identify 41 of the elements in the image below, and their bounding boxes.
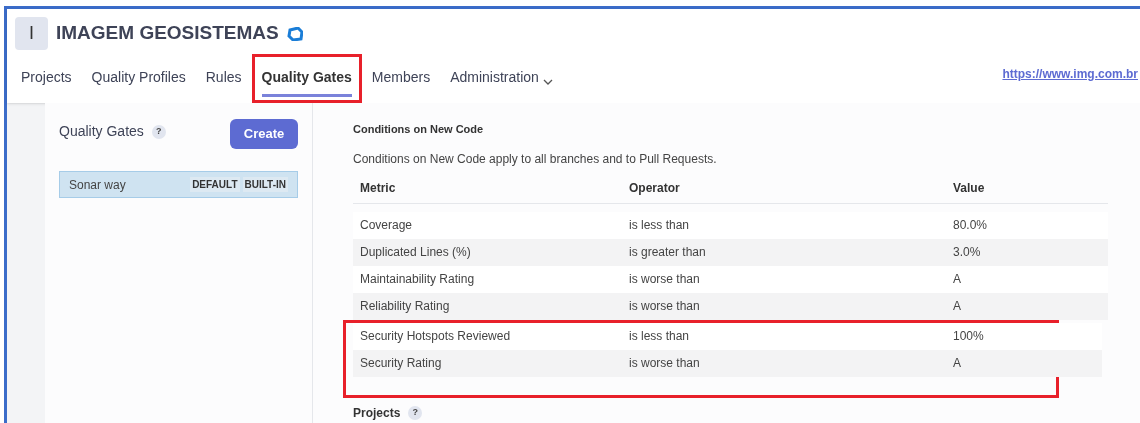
column-header: Value	[953, 180, 986, 197]
organization-name: IMAGEM GEOSISTEMAS	[56, 21, 279, 46]
table-cell-text: A	[953, 298, 962, 315]
table-cell-text: A	[953, 355, 962, 372]
section-title: Conditions on New Code	[353, 122, 485, 137]
table-cell-text: A	[953, 271, 962, 288]
sidebar-title: Quality Gates	[59, 122, 144, 141]
table-cell-text: is less than	[629, 217, 691, 234]
gate-badge: DEFAULT	[190, 177, 240, 192]
chevron-down-icon	[542, 79, 553, 85]
table-cell-text: Reliability Rating	[360, 298, 451, 315]
section-title: Projects	[353, 404, 401, 422]
column-header: Metric	[360, 180, 397, 197]
column-header: Operator	[629, 180, 681, 197]
website-link[interactable]: https://www.img.com.br	[1002, 65, 1138, 83]
table-cell-text: 100%	[953, 328, 985, 345]
table-cell-text: 80.0%	[953, 217, 989, 234]
table-cell-text: is worse than	[629, 271, 701, 288]
gate-name: Sonar way	[69, 176, 126, 194]
nav-tab[interactable]: Rules	[195, 54, 252, 103]
create-button[interactable]: Create	[230, 119, 298, 149]
section-description: Conditions on New Code apply to all branches and to Pull Requests.	[353, 150, 718, 168]
gate-badge: BUILT-IN	[242, 177, 288, 192]
table-cell-text: Maintainability Rating	[360, 271, 476, 288]
table-cell-text: Security Rating	[360, 355, 443, 372]
table-cell-text: is greater than	[629, 244, 707, 261]
nav-tab[interactable]: Quality Profiles	[81, 54, 196, 103]
nav-tab[interactable]: Administration	[440, 54, 563, 103]
table-cell-text: is worse than	[629, 355, 701, 372]
table-cell-text: Duplicated Lines (%)	[360, 244, 472, 261]
table-cell-text: 3.0%	[953, 244, 982, 261]
table-cell-text: Coverage	[360, 217, 414, 234]
table-cell-text: is worse than	[629, 298, 701, 315]
organization-avatar: I	[15, 17, 48, 50]
table-cell-text: Security Hotspots Reviewed	[360, 328, 512, 345]
help-icon[interactable]: ?	[151, 124, 166, 139]
help-icon[interactable]: ?	[408, 405, 423, 420]
nav-tab[interactable]: Projects	[11, 54, 82, 103]
quality-gate-item[interactable]: Sonar way DEFAULT BUILT-IN	[59, 171, 298, 198]
nav-tab[interactable]: Members	[361, 54, 441, 103]
table-cell-text: is less than	[629, 328, 691, 345]
